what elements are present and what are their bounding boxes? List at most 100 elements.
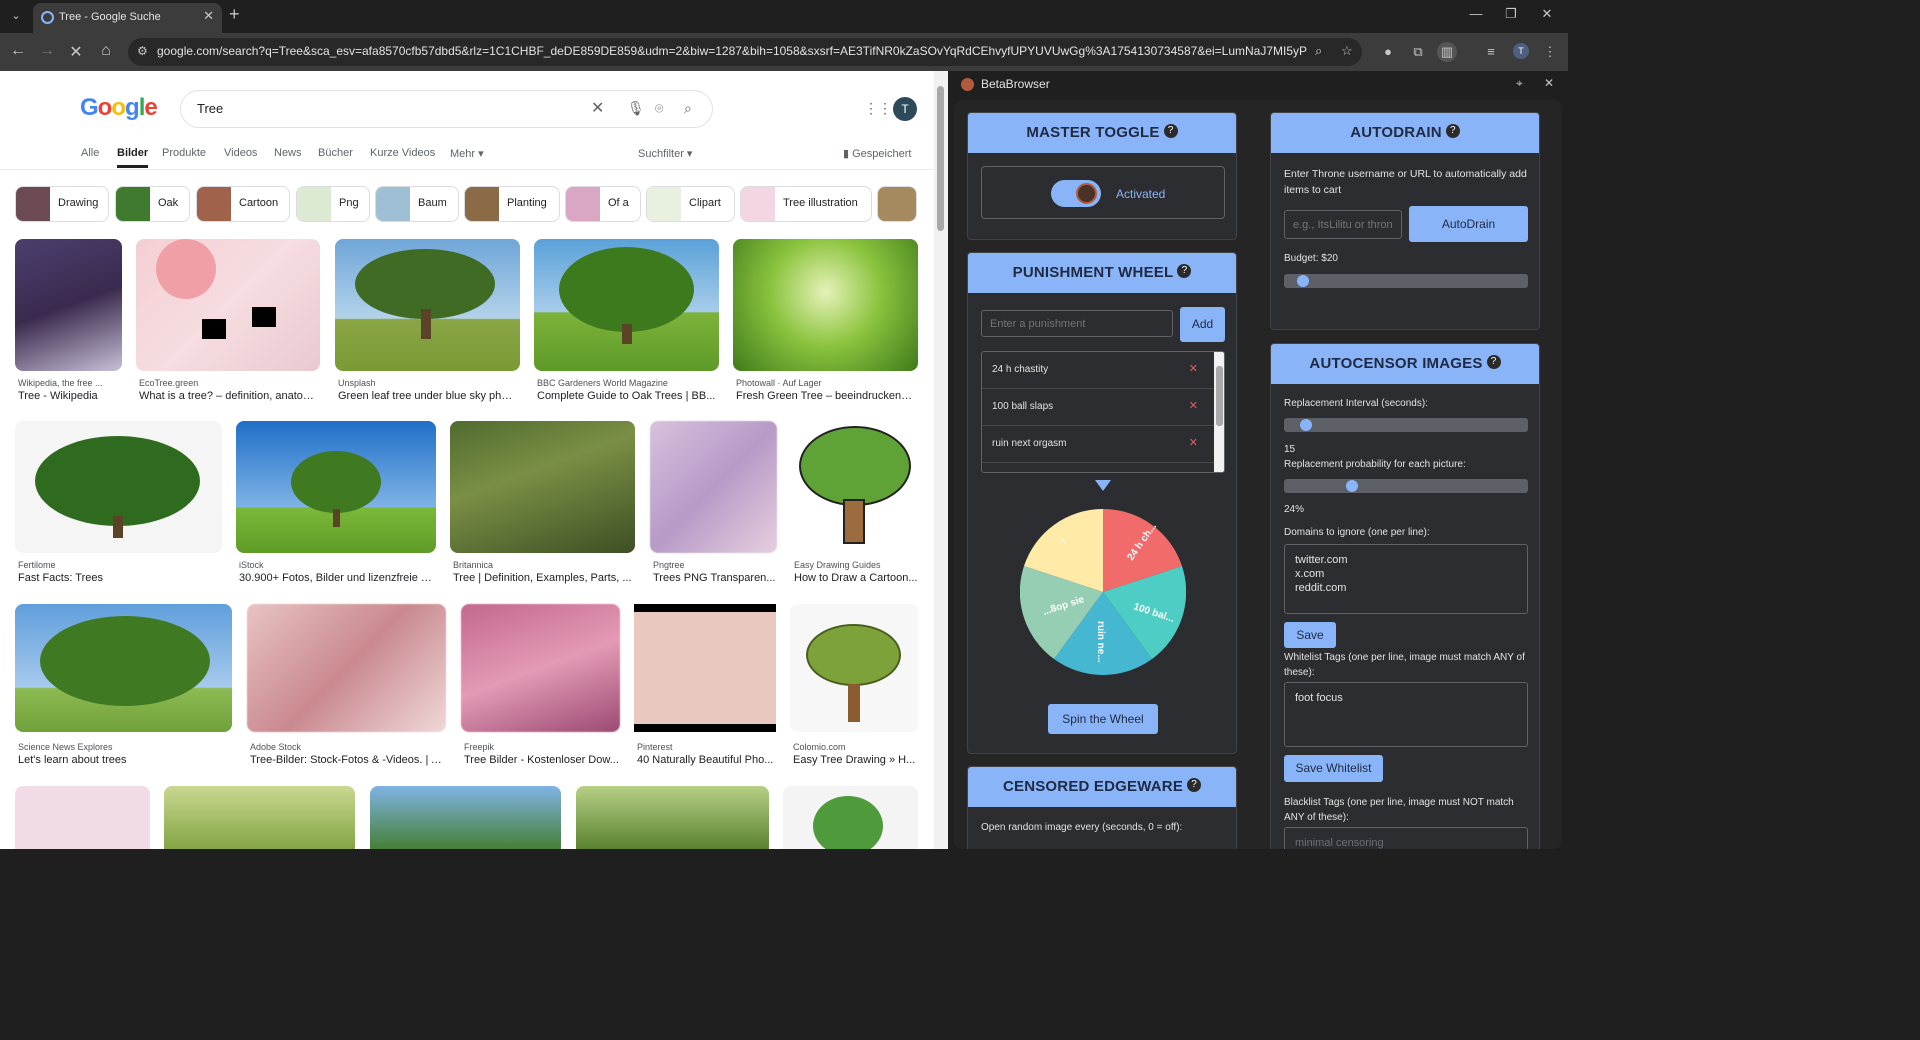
chip-clipart[interactable]: Clipart xyxy=(646,186,735,222)
domains-textarea[interactable]: twitter.com x.com reddit.com xyxy=(1284,544,1528,614)
forward-button[interactable]: → xyxy=(37,42,57,60)
slider-knob[interactable] xyxy=(1297,275,1309,287)
close-tab-icon[interactable]: ✕ xyxy=(203,8,214,24)
image-result[interactable]: Unsplash Green leaf tree under blue sky … xyxy=(335,239,520,404)
list-scrollbar[interactable] xyxy=(1214,352,1224,472)
site-info-icon[interactable]: ⚙ xyxy=(137,44,148,58)
extensions-puzzle-icon[interactable]: ⧉ xyxy=(1408,42,1428,62)
tab-produkte[interactable]: Produkte xyxy=(162,147,206,159)
result-image[interactable] xyxy=(236,421,436,553)
budget-slider[interactable] xyxy=(1284,274,1528,288)
delete-icon[interactable]: ✕ xyxy=(1189,399,1198,412)
result-image[interactable] xyxy=(461,604,620,732)
clear-icon[interactable]: ✕ xyxy=(591,98,604,118)
image-result[interactable]: Colomio.com Easy Tree Drawing » H... xyxy=(790,604,918,769)
image-result[interactable] xyxy=(783,786,918,849)
result-image[interactable] xyxy=(15,421,222,553)
suchfilter-button[interactable]: Suchfilter ▾ xyxy=(638,147,692,160)
search-input[interactable] xyxy=(197,101,577,116)
delete-icon[interactable]: ✕ xyxy=(1189,436,1198,449)
result-image[interactable] xyxy=(576,786,769,849)
image-result[interactable]: BBC Gardeners World Magazine Complete Gu… xyxy=(534,239,719,404)
chip-planting[interactable]: Planting xyxy=(464,186,560,222)
whitelist-textarea[interactable]: foot focus xyxy=(1284,682,1528,747)
result-image[interactable] xyxy=(733,239,918,371)
image-result[interactable]: Fertilome Fast Facts: Trees xyxy=(15,421,222,586)
help-icon[interactable]: ? xyxy=(1163,123,1178,138)
tab-videos[interactable]: Videos xyxy=(224,147,257,159)
image-result[interactable]: Pinterest 40 Naturally Beautiful Pho... xyxy=(634,604,776,769)
tab-kurze-videos[interactable]: Kurze Videos xyxy=(370,147,435,159)
microphone-icon[interactable]: 🎙 xyxy=(627,100,645,117)
tab-search-button[interactable]: ⌄ xyxy=(6,6,26,26)
result-image[interactable] xyxy=(136,239,320,371)
throne-username-input[interactable] xyxy=(1284,210,1402,239)
image-result[interactable]: Adobe Stock Tree-Bilder: Stock-Fotos & -… xyxy=(247,604,446,769)
autodrain-button[interactable]: AutoDrain xyxy=(1409,206,1528,242)
image-result[interactable]: Photowall · Auf Lager Fresh Green Tree –… xyxy=(733,239,918,404)
image-result[interactable] xyxy=(576,786,769,849)
media-controls-icon[interactable]: ≡ xyxy=(1481,42,1501,62)
result-image[interactable] xyxy=(791,421,918,553)
image-result[interactable] xyxy=(15,786,150,849)
scrollbar-thumb[interactable] xyxy=(937,86,944,231)
gespeichert-button[interactable]: ▮ Gespeichert xyxy=(843,147,911,160)
result-image[interactable] xyxy=(790,604,918,732)
delete-icon[interactable]: ✕ xyxy=(1189,362,1198,375)
tab-mehr[interactable]: Mehr ▾ xyxy=(450,147,484,160)
restore-button[interactable]: ❐ xyxy=(1501,6,1521,22)
back-button[interactable]: ← xyxy=(8,42,28,60)
image-result[interactable]: Freepik Tree Bilder - Kostenloser Dow... xyxy=(461,604,620,769)
punishment-input[interactable] xyxy=(981,310,1173,337)
result-image[interactable] xyxy=(783,786,918,849)
home-button[interactable]: ⌂ xyxy=(96,42,116,60)
minimize-button[interactable]: — xyxy=(1466,6,1486,21)
search-box[interactable]: ✕ 🎙 ⌾ ⌕ xyxy=(180,90,713,128)
search-icon[interactable]: ⌕ xyxy=(684,100,692,117)
close-window-button[interactable]: ✕ xyxy=(1537,6,1557,22)
chip-baum[interactable]: Baum xyxy=(375,186,459,222)
result-image[interactable] xyxy=(634,604,776,732)
probability-slider[interactable] xyxy=(1284,479,1528,493)
url-text[interactable]: google.com/search?q=Tree&sca_esv=afa8570… xyxy=(157,44,1307,58)
chip-oak[interactable]: Oak xyxy=(115,186,190,222)
save-whitelist-button[interactable]: Save Whitelist xyxy=(1284,755,1383,782)
tab-buecher[interactable]: Bücher xyxy=(318,147,353,159)
master-toggle-switch[interactable] xyxy=(1051,180,1101,207)
google-avatar[interactable]: T xyxy=(893,97,917,121)
tab-bilder[interactable]: Bilder xyxy=(117,147,149,168)
help-icon[interactable]: ? xyxy=(1187,777,1202,792)
result-image[interactable] xyxy=(534,239,719,371)
image-result[interactable] xyxy=(370,786,561,849)
menu-icon[interactable]: ⋮ xyxy=(1540,42,1560,62)
page-scrollbar[interactable] xyxy=(934,71,948,849)
result-image[interactable] xyxy=(15,786,150,849)
result-image[interactable] xyxy=(15,239,122,371)
tab-alle[interactable]: Alle xyxy=(81,147,99,159)
bookmark-star-icon[interactable]: ☆ xyxy=(1341,43,1353,59)
image-result[interactable]: Pngtree Trees PNG Transparen... xyxy=(650,421,777,586)
help-icon[interactable]: ? xyxy=(1486,354,1501,369)
result-image[interactable] xyxy=(164,786,355,849)
image-result[interactable]: EcoTree.green What is a tree? – definiti… xyxy=(136,239,320,404)
add-punishment-button[interactable]: Add xyxy=(1180,307,1225,342)
help-icon[interactable]: ? xyxy=(1445,123,1460,138)
new-tab-button[interactable]: + xyxy=(229,4,240,25)
chip-drawing[interactable]: Drawing xyxy=(15,186,109,222)
image-result[interactable]: iStock 30.900+ Fotos, Bilder und lizenzf… xyxy=(236,421,436,586)
close-panel-icon[interactable]: ✕ xyxy=(1544,76,1554,90)
profile-avatar[interactable]: T xyxy=(1513,43,1529,59)
side-panel-icon[interactable]: ▥ xyxy=(1437,42,1457,62)
google-logo[interactable]: Google xyxy=(80,94,158,122)
image-result[interactable]: Science News Explores Let's learn about … xyxy=(15,604,232,769)
zoom-icon[interactable]: ⌕ xyxy=(1315,43,1322,59)
camera-icon[interactable]: ⌾ xyxy=(655,100,663,117)
slider-knob[interactable] xyxy=(1346,480,1358,492)
result-image[interactable] xyxy=(335,239,520,371)
result-image[interactable] xyxy=(247,604,446,732)
result-image[interactable] xyxy=(450,421,635,553)
result-image[interactable] xyxy=(650,421,777,553)
image-result[interactable]: Easy Drawing Guides How to Draw a Cartoo… xyxy=(791,421,918,586)
chip-tree-illustration[interactable]: Tree illustration xyxy=(740,186,872,222)
spin-wheel-button[interactable]: Spin the Wheel xyxy=(1048,704,1158,734)
